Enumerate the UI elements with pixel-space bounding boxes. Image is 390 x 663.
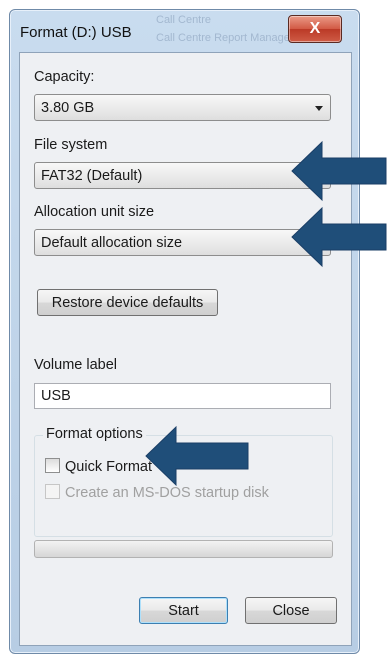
dropdown-arrow-icon (315, 106, 323, 111)
capacity-label: Capacity: (34, 69, 95, 85)
background-window-ghost: Call Centre Call Centre Report Manage (128, 10, 298, 52)
start-label: Start (168, 603, 199, 619)
close-label: Close (272, 603, 310, 619)
ghost-line: Call Centre Report Manage (156, 32, 290, 44)
restore-defaults-button[interactable]: Restore device defaults (37, 289, 218, 316)
volume-label-input[interactable]: USB (34, 383, 331, 409)
file-system-label: File system (34, 137, 108, 153)
format-dialog-window: Call Centre Call Centre Report Manage Fo… (9, 9, 360, 654)
quick-format-label: Quick Format (65, 459, 153, 475)
file-system-dropdown[interactable]: FAT32 (Default) (34, 162, 331, 189)
volume-label-caption: Volume label (34, 357, 118, 373)
annotation-arrow-icon (291, 206, 387, 268)
allocation-unit-dropdown[interactable]: Default allocation size (34, 229, 331, 256)
capacity-dropdown[interactable]: 3.80 GB (34, 94, 331, 121)
msdos-startup-label: Create an MS-DOS startup disk (65, 485, 269, 501)
close-button[interactable]: Close (245, 597, 337, 624)
ghost-line: Call Centre (156, 14, 212, 26)
format-progress-bar (34, 540, 333, 558)
format-options-title: Format options (43, 426, 146, 442)
close-icon: X (309, 20, 321, 37)
close-window-button[interactable]: X (288, 15, 342, 43)
start-button[interactable]: Start (139, 597, 228, 624)
allocation-unit-label: Allocation unit size (34, 204, 155, 220)
allocation-unit-value: Default allocation size (41, 235, 183, 251)
file-system-value: FAT32 (Default) (41, 168, 143, 184)
window-title: Format (D:) USB (20, 24, 132, 41)
restore-defaults-label: Restore device defaults (51, 295, 204, 311)
quick-format-checkbox[interactable]: Quick Format (45, 458, 152, 475)
annotation-arrow-icon (291, 140, 387, 202)
capacity-value: 3.80 GB (41, 100, 95, 116)
volume-label-value: USB (41, 388, 71, 404)
annotation-arrow-icon (145, 425, 249, 487)
checkbox-box[interactable] (45, 458, 60, 473)
checkbox-box[interactable] (45, 484, 60, 499)
